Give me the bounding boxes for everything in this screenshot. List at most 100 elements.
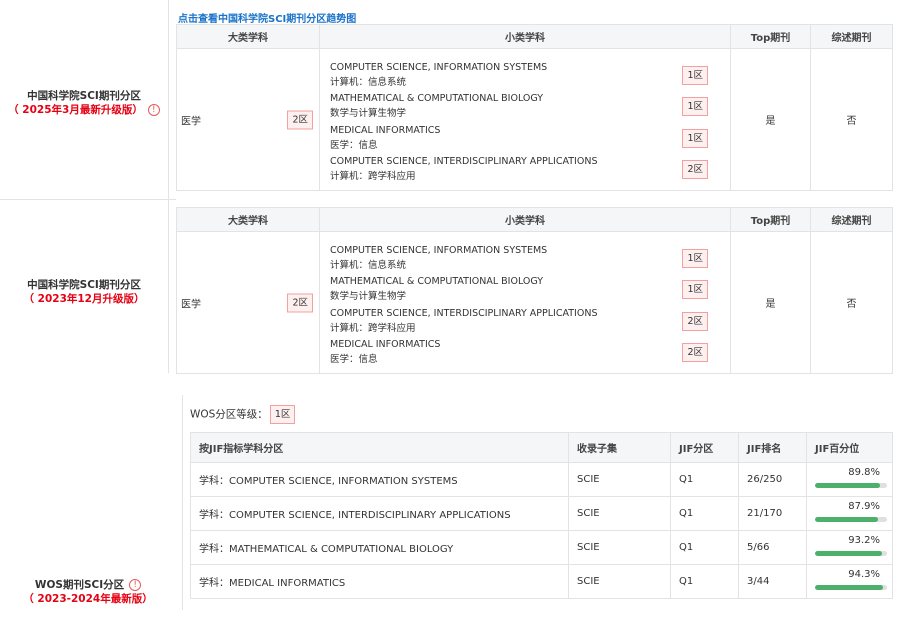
cas2025-header-row: 大类学科 小类学科 Top期刊 综述期刊: [176, 24, 893, 49]
cas2025-divider: [168, 0, 169, 200]
wos-quartile: Q1: [670, 564, 739, 599]
wos-subject: 学科：MEDICAL INFORMATICS: [190, 564, 569, 599]
top-journal-value: 是: [730, 48, 811, 191]
wos-subject: 学科：COMPUTER SCIENCE, INTERDISCIPLINARY A…: [190, 496, 569, 531]
minor-subjects-cell: COMPUTER SCIENCE, INFORMATION SYSTEMS 计算…: [319, 231, 731, 374]
cas2025-label-title: 中国科学院SCI期刊分区: [27, 90, 141, 102]
table-row: 学科：COMPUTER SCIENCE, INFORMATION SYSTEMS…: [190, 462, 893, 497]
zone-badge: 2区: [682, 311, 708, 331]
sub-subject-cn: 计算机：信息系统: [330, 259, 407, 271]
zone-badge: 1区: [682, 248, 708, 268]
wos-level-label: WOS分区等级：: [190, 408, 268, 421]
percentile-bar: [815, 585, 887, 590]
sub-subject-item: MATHEMATICAL & COMPUTATIONAL BIOLOGY 数学与…: [330, 272, 724, 304]
top-journal-value: 是: [730, 231, 811, 374]
wos-percentile: 89.8%: [848, 467, 880, 478]
table-row: 学科：MEDICAL INFORMATICS SCIE Q1 3/44 94.3…: [190, 564, 893, 599]
sub-subject-en: COMPUTER SCIENCE, INTERDISCIPLINARY APPL…: [330, 307, 598, 319]
percentile-bar-fill: [815, 551, 883, 556]
percentile-bar-fill: [815, 483, 880, 488]
wos-label: WOS期刊SCI分区! （ 2023-2024年最新版）: [8, 578, 168, 606]
zone-badge: 1区: [682, 97, 708, 116]
sub-subject-item: COMPUTER SCIENCE, INFORMATION SYSTEMS 计算…: [330, 241, 724, 273]
zone-badge: 1区: [682, 128, 708, 148]
wos-collection: SCIE: [568, 496, 671, 531]
header-major: 大类学科: [176, 24, 320, 49]
header-jif-quartile: JIF分区: [670, 432, 739, 463]
header-review: 综述期刊: [810, 207, 893, 232]
percentile-bar: [815, 483, 887, 488]
sub-subject-en: MEDICAL INFORMATICS: [330, 124, 441, 136]
header-collection: 收录子集: [568, 432, 671, 463]
review-journal-value: 否: [810, 48, 893, 191]
sub-subject-cn: 医学：信息: [330, 139, 378, 151]
wos-subject: 学科：COMPUTER SCIENCE, INFORMATION SYSTEMS: [190, 462, 569, 497]
header-top: Top期刊: [730, 207, 811, 232]
wos-divider: [182, 395, 183, 610]
cas2023-label-version: （ 2023年12月升级版）: [23, 293, 145, 305]
cas2023-table: 大类学科 小类学科 Top期刊 综述期刊 医学 2区 COMPUTER SCIE…: [176, 207, 893, 374]
zone-badge: 1区: [269, 405, 296, 424]
wos-level: WOS分区等级： 1区: [190, 405, 296, 424]
percentile-bar: [815, 551, 887, 556]
wos-percentile-cell: 89.8%: [806, 462, 893, 497]
header-major: 大类学科: [176, 207, 320, 232]
cas2023-row: 医学 2区 COMPUTER SCIENCE, INFORMATION SYST…: [176, 231, 893, 374]
table-row: 学科：COMPUTER SCIENCE, INTERDISCIPLINARY A…: [190, 496, 893, 531]
zone-badge: 2区: [682, 343, 708, 362]
zone-badge: 1区: [682, 65, 708, 85]
zone-badge: 2区: [287, 293, 313, 312]
header-minor: 小类学科: [319, 24, 731, 49]
cas2025-row: 医学 2区 COMPUTER SCIENCE, INFORMATION SYST…: [176, 48, 893, 191]
wos-collection: SCIE: [568, 564, 671, 599]
percentile-bar: [815, 517, 887, 522]
major-subject: 医学: [181, 299, 201, 310]
sub-subject-en: COMPUTER SCIENCE, INTERDISCIPLINARY APPL…: [330, 156, 598, 167]
sub-subject-cn: 计算机：跨学科应用: [330, 322, 416, 334]
sub-subject-en: COMPUTER SCIENCE, INFORMATION SYSTEMS: [330, 61, 548, 73]
sub-subject-en: MEDICAL INFORMATICS: [330, 339, 441, 350]
cas-trend-link[interactable]: 点击查看中国科学院SCI期刊分区趋势图: [178, 10, 356, 25]
zone-badge: 1区: [682, 280, 708, 299]
sub-subject-cn: 数学与计算生物学: [330, 291, 407, 302]
info-icon[interactable]: !: [129, 579, 142, 591]
major-subject-cell: 医学 2区: [176, 48, 320, 191]
cas2023-label: 中国科学院SCI期刊分区 （ 2023年12月升级版）: [0, 278, 168, 306]
header-jif-rank: JIF排名: [738, 432, 807, 463]
sub-subject-cn: 计算机：信息系统: [330, 76, 407, 88]
wos-label-title: WOS期刊SCI分区: [34, 579, 125, 591]
header-jif-subject: 按JIF指标学科分区: [190, 432, 569, 463]
sub-subject-en: MATHEMATICAL & COMPUTATIONAL BIOLOGY: [330, 93, 544, 104]
wos-quartile: Q1: [670, 496, 739, 531]
cas2025-table: 大类学科 小类学科 Top期刊 综述期刊 医学 2区 COMPUTER SCIE…: [176, 24, 893, 191]
sub-subject-en: COMPUTER SCIENCE, INFORMATION SYSTEMS: [330, 244, 548, 256]
wos-rank: 26/250: [738, 462, 807, 497]
major-subject: 医学: [181, 116, 201, 127]
wos-header-row: 按JIF指标学科分区 收录子集 JIF分区 JIF排名 JIF百分位: [190, 432, 893, 463]
wos-quartile: Q1: [670, 530, 739, 565]
sub-subject-item: MATHEMATICAL & COMPUTATIONAL BIOLOGY 数学与…: [330, 89, 724, 121]
cas2025-label: 中国科学院SCI期刊分区 （ 2025年3月最新升级版）!: [0, 89, 168, 117]
wos-percentile: 94.3%: [848, 569, 880, 580]
sub-subject-cn: 计算机：跨学科应用: [330, 171, 416, 182]
zone-badge: 2区: [682, 160, 708, 179]
header-minor: 小类学科: [319, 207, 731, 232]
sub-subject-cn: 数学与计算生物学: [330, 108, 407, 119]
wos-label-version: （ 2023-2024年最新版）: [23, 593, 153, 605]
wos-percentile: 87.9%: [848, 501, 880, 512]
wos-rank: 5/66: [738, 530, 807, 565]
wos-percentile-cell: 87.9%: [806, 496, 893, 531]
sub-subject-item: COMPUTER SCIENCE, INTERDISCIPLINARY APPL…: [330, 304, 724, 336]
sub-subject-item: COMPUTER SCIENCE, INTERDISCIPLINARY APPL…: [330, 152, 724, 184]
info-icon[interactable]: !: [147, 104, 160, 116]
zone-badge: 2区: [287, 110, 313, 129]
cas2023-header-row: 大类学科 小类学科 Top期刊 综述期刊: [176, 207, 893, 232]
sub-subject-item: COMPUTER SCIENCE, INFORMATION SYSTEMS 计算…: [330, 58, 724, 90]
sub-subject-en: MATHEMATICAL & COMPUTATIONAL BIOLOGY: [330, 276, 544, 287]
wos-subject: 学科：MATHEMATICAL & COMPUTATIONAL BIOLOGY: [190, 530, 569, 565]
wos-percentile-cell: 94.3%: [806, 564, 893, 599]
table-row: 学科：MATHEMATICAL & COMPUTATIONAL BIOLOGY …: [190, 530, 893, 565]
wos-percentile-cell: 93.2%: [806, 530, 893, 565]
sub-subject-cn: 医学：信息: [330, 354, 378, 365]
percentile-bar-fill: [815, 585, 883, 590]
